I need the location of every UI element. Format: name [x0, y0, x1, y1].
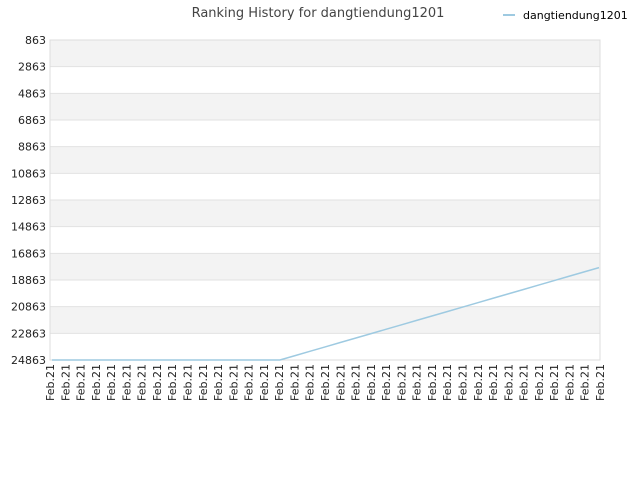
x-tick-label: Feb.21 [350, 364, 363, 401]
x-tick-label: Feb.21 [288, 364, 301, 401]
grid-band [50, 306, 600, 334]
x-tick-label: Feb.21 [273, 364, 286, 401]
x-tick-label: Feb.21 [487, 364, 500, 401]
y-tick-label: 863 [25, 34, 46, 47]
y-tick-label: 16863 [11, 247, 46, 260]
grid-band [50, 173, 600, 200]
x-axis: Feb.21 Feb.21 Feb.21 Feb.21 Feb.21 Feb.21 Feb.… [44, 364, 607, 401]
y-tick-label: 22863 [11, 327, 46, 340]
chart-title: Ranking History for dangtiendung1201 [192, 6, 445, 21]
x-tick-label: Feb.21 [75, 364, 88, 401]
y-tick-label: 4863 [18, 87, 46, 100]
x-tick-label: Feb.21 [502, 364, 515, 401]
x-tick-label: Feb.21 [380, 364, 393, 401]
y-tick-label: 10863 [11, 167, 46, 180]
y-tick-label: 8863 [18, 141, 46, 154]
legend-label: dangtiendung1201 [523, 9, 628, 22]
x-tick-label: Feb.21 [182, 364, 195, 401]
x-tick-label: Feb.21 [197, 364, 210, 401]
x-tick-label: Feb.21 [151, 364, 164, 401]
grid-band [50, 253, 600, 280]
x-tick-label: Feb.21 [533, 364, 546, 401]
y-tick-label: 20863 [11, 301, 46, 314]
y-tick-label: 14863 [11, 221, 46, 234]
y-tick-label: 2863 [18, 61, 46, 74]
x-tick-label: Feb.21 [136, 364, 149, 401]
x-tick-label: Feb.21 [563, 364, 576, 401]
y-tick-label: 12863 [11, 194, 46, 207]
grid-band [50, 93, 600, 120]
x-tick-label: Feb.21 [90, 364, 103, 401]
y-axis: 863 2863 4863 6863 8863 10863 12863 14863 16863 1… [11, 34, 46, 367]
x-tick-label: Feb.21 [472, 364, 485, 401]
ranking-chart: 863 2863 4863 6863 8863 10863 12863 14863 16863 1… [11, 6, 628, 401]
x-tick-label: Feb.21 [334, 364, 347, 401]
x-tick-label: Feb.21 [441, 364, 454, 401]
grid-band [50, 146, 600, 174]
x-tick-label: Feb.21 [457, 364, 470, 401]
x-tick-label: Feb.21 [411, 364, 424, 401]
grid-band [50, 66, 600, 94]
x-tick-label: Feb.21 [319, 364, 332, 401]
x-tick-label: Feb.21 [426, 364, 439, 401]
x-tick-label: Feb.21 [518, 364, 531, 401]
y-tick-label: 6863 [18, 114, 46, 127]
x-tick-label: Feb.21 [243, 364, 256, 401]
x-tick-label: Feb.21 [120, 364, 133, 401]
x-tick-label: Feb.21 [548, 364, 561, 401]
x-tick-label: Feb.21 [105, 364, 118, 401]
grid-band [50, 200, 600, 227]
y-tick-label: 24863 [11, 354, 46, 367]
grid-band [50, 226, 600, 254]
x-tick-label: Feb.21 [579, 364, 592, 401]
y-tick-label: 18863 [11, 274, 46, 287]
grid-band [50, 120, 600, 147]
x-tick-label: Feb.21 [365, 364, 378, 401]
x-tick-label: Feb.21 [212, 364, 225, 401]
x-tick-label: Feb.21 [166, 364, 179, 401]
x-tick-label: Feb.21 [59, 364, 72, 401]
grid-band [50, 280, 600, 307]
x-tick-label: Feb.21 [395, 364, 408, 401]
x-tick-label: Feb.21 [258, 364, 271, 401]
legend: dangtiendung1201 [503, 9, 628, 22]
grid-band [50, 40, 600, 67]
x-tick-label: Feb.21 [44, 364, 57, 401]
x-tick-label: Feb.21 [594, 364, 607, 401]
x-tick-label: Feb.21 [304, 364, 317, 401]
x-tick-label: Feb.21 [227, 364, 240, 401]
